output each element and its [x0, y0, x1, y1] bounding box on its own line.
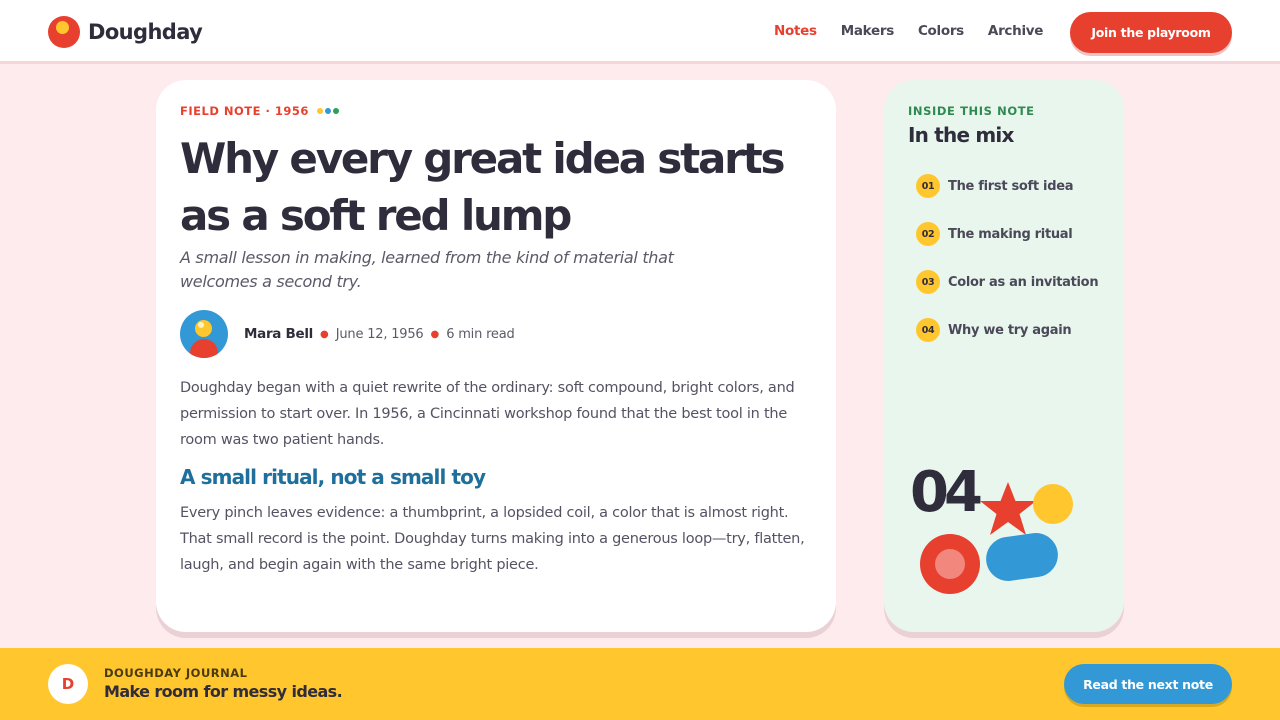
toc-number-badge: 02 — [916, 222, 940, 246]
kicker-text: FIELD NOTE · 1956 — [180, 104, 309, 118]
main-nav: Notes Makers Colors Archive — [774, 23, 1067, 39]
author-avatar — [180, 310, 228, 358]
brand-logo-icon — [48, 16, 80, 48]
read-time: 6 min read — [446, 326, 515, 342]
toc-item-making-ritual[interactable]: 02 The making ritual — [916, 222, 1098, 246]
toc-number-badge: 04 — [916, 318, 940, 342]
nav-colors[interactable]: Colors — [918, 23, 964, 39]
brand-name: Doughday — [88, 20, 203, 44]
yellow-circle-shape-icon — [1033, 484, 1073, 524]
article-paragraph: Doughday began with a quiet rewrite of t… — [180, 380, 795, 448]
sidebar-title: In the mix — [908, 123, 1014, 147]
toc-item-label: The making ritual — [948, 226, 1073, 242]
sidebar-kicker: INSIDE THIS NOTE — [908, 104, 1035, 118]
bullet-separator: ● — [430, 328, 440, 340]
nav-makers[interactable]: Makers — [841, 23, 895, 39]
toc-item-label: Why we try again — [948, 322, 1072, 338]
toc-number-badge: 03 — [916, 270, 940, 294]
footer-logo-icon: D — [48, 664, 88, 704]
article-card: FIELD NOTE · 1956 Why every great idea s… — [156, 80, 836, 632]
bullet-separator: ● — [320, 328, 329, 340]
join-playroom-button[interactable]: Join the playroom — [1070, 12, 1232, 53]
footer-tagline: Make room for messy ideas. — [104, 682, 343, 701]
toc-item-label: The first soft idea — [948, 178, 1074, 194]
article-title: Why every great idea starts as a soft re… — [180, 134, 786, 240]
author-name[interactable]: Mara Bell — [244, 326, 313, 342]
color-dots-icon — [316, 108, 341, 114]
toc-item-label: Color as an invitation — [948, 274, 1099, 290]
brand-home-link[interactable]: Doughday — [48, 16, 203, 48]
publish-date: June 12, 1956 — [335, 326, 424, 342]
article-dek: A small lesson in making, learned from t… — [180, 248, 674, 291]
footer-kicker: DOUGHDAY JOURNAL — [104, 666, 248, 680]
article-subhead: A small ritual, not a small toy — [180, 465, 486, 489]
red-ring-shape-icon — [920, 534, 980, 594]
section-count: 04 — [910, 460, 983, 525]
article-paragraph: Every pinch leaves evidence: a thumbprin… — [180, 505, 805, 573]
toc-number-badge: 01 — [916, 174, 940, 198]
toc-sidebar: INSIDE THIS NOTE In the mix 01 The first … — [884, 80, 1124, 632]
toc-item-first-soft-idea[interactable]: 01 The first soft idea — [916, 174, 1098, 198]
article-kicker: FIELD NOTE · 1956 — [180, 104, 341, 118]
read-next-note-button[interactable]: Read the next note — [1064, 664, 1232, 704]
footer-bar: D DOUGHDAY JOURNAL Make room for messy i… — [0, 648, 1280, 720]
toc-item-color-invitation[interactable]: 03 Color as an invitation — [916, 270, 1099, 294]
blue-pill-shape-icon — [983, 530, 1061, 584]
nav-archive[interactable]: Archive — [988, 23, 1044, 39]
toc-list: 01 The first soft idea 02 The making ritua… — [916, 174, 1099, 366]
byline: Mara Bell ● June 12, 1956 ● 6 min read — [180, 310, 515, 358]
star-shape-icon — [980, 482, 1036, 535]
nav-notes[interactable]: Notes — [774, 23, 817, 39]
top-nav-bar: Doughday Notes Makers Colors Archive Joi… — [0, 0, 1280, 64]
toc-item-try-again[interactable]: 04 Why we try again — [916, 318, 1098, 342]
